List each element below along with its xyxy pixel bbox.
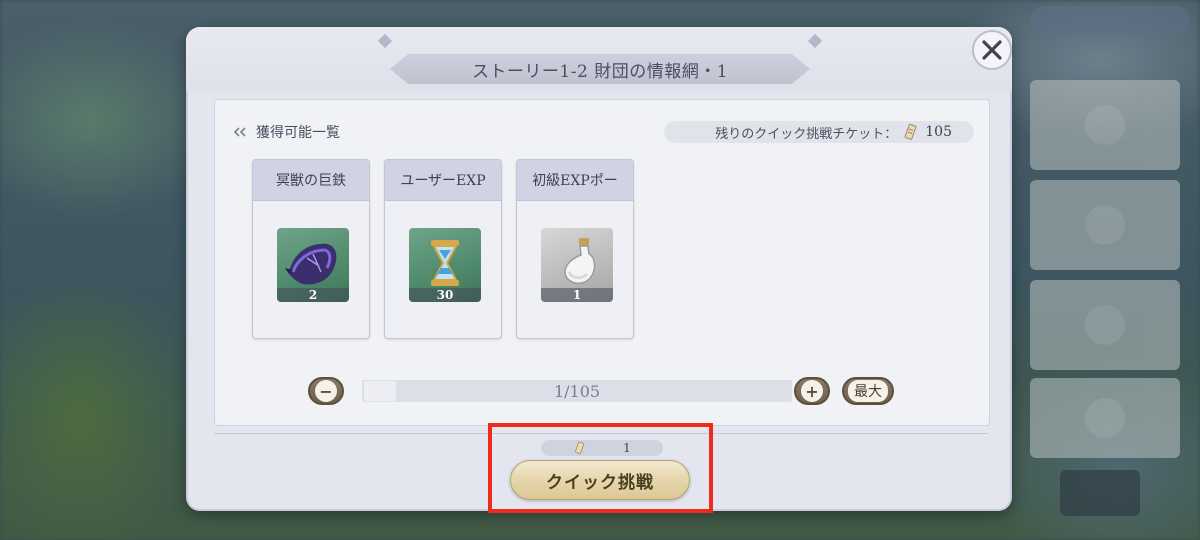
slider-value: 1/105	[553, 381, 601, 401]
title-ribbon: ストーリー1-2 財団の情報網・1	[390, 54, 810, 84]
ticket-label: 残りのクイック挑戦チケット：	[715, 126, 898, 142]
reward-item-card[interactable]: ユーザーEXP 30	[384, 159, 502, 339]
background-tile	[1030, 180, 1180, 270]
count-slider[interactable]: 1/105	[362, 380, 792, 402]
reward-item-card[interactable]: 冥獣の巨鉄 2	[252, 159, 370, 339]
rewards-section-label: 獲得可能一覧	[256, 125, 340, 141]
double-chevron-left-icon	[233, 127, 246, 137]
dialog-title: ストーリー1-2 財団の情報網・1	[471, 61, 729, 82]
background-top-bar	[1030, 6, 1190, 34]
ticket-icon	[575, 441, 585, 455]
rewards-section-header: 獲得可能一覧	[232, 121, 340, 143]
reward-item-qty: 1	[541, 288, 613, 302]
reward-item-name: 初級EXPポー	[532, 173, 618, 189]
background-tile	[1030, 80, 1180, 170]
reward-item-qty: 30	[409, 288, 481, 302]
ticket-counter: 残りのクイック挑戦チケット： 105	[664, 121, 974, 143]
max-button[interactable]: 最大	[842, 377, 894, 405]
ticket-cost: 1	[541, 440, 663, 456]
minus-icon: −	[315, 380, 337, 402]
background-tile	[1030, 378, 1180, 458]
ticket-icon	[904, 123, 917, 140]
divider	[214, 433, 988, 434]
ticket-cost-value: 1	[623, 441, 631, 455]
close-icon	[982, 40, 1002, 60]
background-button	[1060, 470, 1140, 516]
reward-item-qty: 2	[277, 288, 349, 302]
reward-item-name: ユーザーEXP	[400, 173, 486, 189]
quick-challenge-label: クイック挑戦	[546, 472, 654, 493]
increase-button[interactable]: +	[794, 377, 830, 405]
potion-bottle-icon: 1	[541, 228, 613, 302]
ticket-count: 105	[925, 124, 952, 140]
close-button[interactable]	[972, 30, 1012, 70]
plus-icon: +	[801, 380, 823, 402]
decrease-button[interactable]: −	[308, 377, 344, 405]
reward-item-card[interactable]: 初級EXPポー 1	[516, 159, 634, 339]
reward-item-name: 冥獣の巨鉄	[276, 173, 346, 189]
quick-challenge-button[interactable]: クイック挑戦	[510, 460, 690, 500]
background-tile	[1030, 280, 1180, 370]
max-button-label: 最大	[848, 380, 888, 402]
claw-ore-icon: 2	[277, 228, 349, 302]
hourglass-icon: 30	[409, 228, 481, 302]
